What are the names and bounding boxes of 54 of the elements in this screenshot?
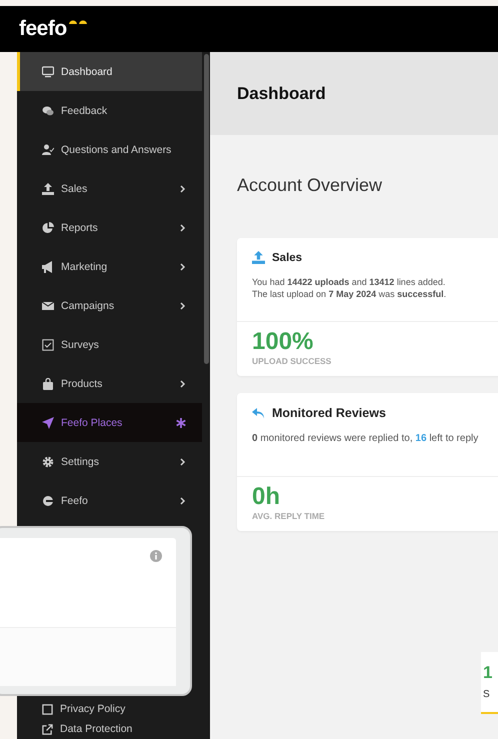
upload-icon — [42, 182, 54, 194]
stat-label: S — [483, 689, 491, 700]
chevron-icon — [180, 458, 186, 466]
page-title: Dashboard — [237, 84, 326, 104]
sidebar-item[interactable]: Campaigns — [17, 286, 202, 325]
sidebar-item[interactable]: Feefo — [17, 481, 202, 520]
sidebar-item[interactable]: Feefo Places — [17, 403, 202, 442]
sidebar-item[interactable]: Dashboard — [17, 52, 202, 91]
square-icon — [42, 704, 53, 714]
chevron-icon — [180, 496, 186, 504]
sidebar-item[interactable]: Surveys — [17, 325, 202, 364]
card-description: 0 monitored reviews were replied to, 16 left to reply — [252, 432, 480, 446]
checkbox-icon — [42, 338, 54, 350]
half-circle-icon — [42, 494, 54, 506]
reply-icon — [252, 408, 265, 418]
sidebar-item[interactable]: Sales — [17, 169, 202, 208]
sidebar-item[interactable]: Settings — [17, 442, 202, 481]
monitor-icon — [42, 66, 54, 78]
sidebar-item[interactable]: Feedback — [17, 91, 202, 130]
chevron-icon — [180, 184, 186, 192]
pie-chart-icon — [42, 222, 54, 234]
chevron-icon — [180, 380, 186, 388]
stat-label: AVG. REPLY TIME — [252, 511, 326, 521]
asterisk-icon — [176, 418, 186, 428]
stat-value: 100% — [252, 330, 314, 354]
scrollbar[interactable] — [204, 54, 209, 364]
chat-bubbles-icon — [42, 104, 54, 116]
sidebar-item[interactable]: Privacy Policy — [17, 699, 210, 719]
envelope-icon — [42, 300, 54, 312]
sidebar-item[interactable]: Marketing — [17, 247, 202, 286]
megaphone-icon — [42, 260, 54, 272]
card-title: Monitored Reviews — [272, 406, 386, 420]
logo: feefo — [19, 17, 67, 41]
chevron-icon — [180, 262, 186, 270]
stat-label: UPLOAD SUCCESS — [252, 356, 332, 366]
sidebar-item[interactable]: Products — [17, 364, 202, 403]
stat-value: 0h — [252, 485, 282, 509]
upload-icon — [252, 251, 265, 264]
section-title: Account Overview — [237, 175, 384, 196]
user-check-icon — [42, 144, 54, 156]
bag-icon — [42, 378, 54, 390]
card-description: You had 14422 uploads and 13412 lines added. The last upload on 7 May 2024 was successful. — [252, 276, 448, 300]
location-arrow-icon — [42, 416, 54, 428]
external-link-icon — [42, 724, 53, 734]
eyes-icon — [68, 20, 88, 28]
stat-value: 1 — [483, 664, 494, 681]
sidebar-item[interactable]: Data Protection — [17, 719, 210, 739]
sidebar-item[interactable]: Questions and Answers — [17, 130, 202, 169]
settings-icon — [42, 456, 54, 468]
chevron-icon — [180, 224, 186, 232]
info-icon[interactable] — [150, 550, 162, 562]
chevron-icon — [180, 302, 186, 310]
card-title: Sales — [272, 252, 302, 264]
sidebar-item[interactable]: Reports — [17, 208, 202, 247]
